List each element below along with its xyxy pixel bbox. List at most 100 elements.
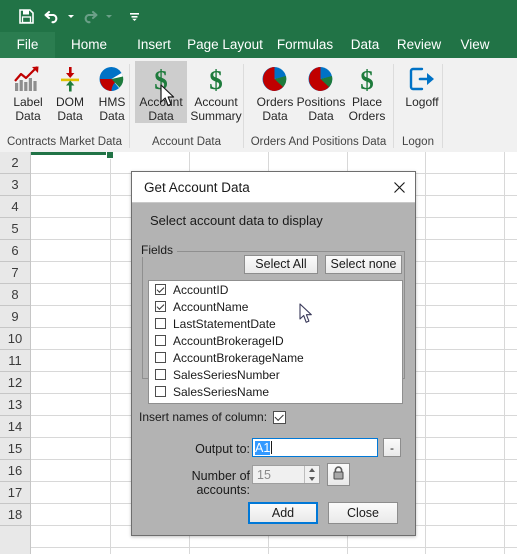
ribbon-body: Label Data DOM Data HMS Data $ Account D… bbox=[0, 58, 517, 153]
ribbon-button-line2: Data bbox=[308, 109, 334, 123]
select-all-button[interactable]: Select All bbox=[244, 255, 318, 274]
row-header[interactable]: 10 bbox=[0, 328, 30, 350]
row-header[interactable]: 11 bbox=[0, 350, 30, 372]
add-button[interactable]: Add bbox=[248, 502, 318, 524]
close-dialog-button[interactable]: Close bbox=[328, 502, 398, 524]
ribbon-button-line2: Summary bbox=[190, 109, 242, 123]
checkbox-accountid[interactable] bbox=[155, 284, 166, 295]
svg-text:$: $ bbox=[209, 65, 223, 93]
list-item[interactable]: AccountBrokerageID bbox=[149, 332, 402, 349]
row-header[interactable]: 18 bbox=[0, 504, 30, 526]
list-item-label: SalesSeriesNumber bbox=[173, 367, 280, 382]
ribbon-button-line1: Logoff bbox=[405, 95, 439, 109]
tab-insert[interactable]: Insert bbox=[129, 32, 179, 58]
row-header[interactable]: 4 bbox=[0, 196, 30, 218]
number-of-accounts-stepper[interactable]: 15 bbox=[252, 465, 320, 484]
pie-chart-icon bbox=[86, 63, 138, 95]
checkbox-insert-names-of-column[interactable] bbox=[273, 410, 287, 424]
list-item[interactable]: LastStatementDate bbox=[149, 315, 402, 332]
number-of-accounts-value: 15 bbox=[257, 467, 271, 482]
pie-chart-icon bbox=[249, 63, 301, 95]
checkbox-laststatementdate[interactable] bbox=[155, 318, 166, 329]
row-header[interactable]: 8 bbox=[0, 284, 30, 306]
grid-column-line bbox=[504, 152, 505, 554]
tab-page-layout[interactable]: Page Layout bbox=[185, 32, 265, 58]
row-header[interactable]: 7 bbox=[0, 262, 30, 284]
dialog-subtitle: Select account data to display bbox=[132, 203, 415, 239]
output-to-label: Output to: bbox=[195, 442, 250, 456]
row-header[interactable]: 2 bbox=[0, 152, 30, 174]
ribbon-button-place-orders[interactable]: $ Place Orders bbox=[341, 61, 393, 123]
save-icon[interactable] bbox=[14, 4, 38, 28]
insert-names-of-column-row: Insert names of column: bbox=[139, 410, 287, 424]
row-header[interactable]: 16 bbox=[0, 460, 30, 482]
checkbox-accountbrokerageid[interactable] bbox=[155, 335, 166, 346]
tab-view[interactable]: View bbox=[452, 32, 498, 58]
output-to-input[interactable]: A1 bbox=[252, 438, 378, 457]
row-header[interactable]: 9 bbox=[0, 306, 30, 328]
padlock-icon bbox=[332, 466, 345, 483]
stepper-up-icon[interactable] bbox=[305, 466, 319, 475]
list-item[interactable]: SalesSeriesName bbox=[149, 383, 402, 400]
ribbon-group-label-account-data: Account Data bbox=[151, 136, 222, 148]
row-header[interactable]: 3 bbox=[0, 174, 30, 196]
fields-listbox[interactable]: AccountID AccountName LastStatementDate … bbox=[148, 280, 403, 404]
fields-group-label: Fields bbox=[137, 243, 178, 257]
selection-fill-handle[interactable] bbox=[106, 152, 114, 159]
stepper-down-icon[interactable] bbox=[305, 475, 319, 484]
ribbon-group-label-contracts-market-data: Contracts Market Data bbox=[6, 136, 123, 148]
ribbon-button-logoff[interactable]: Logoff bbox=[396, 61, 448, 109]
list-item[interactable]: SalesSeriesNumber bbox=[149, 366, 402, 383]
tab-data[interactable]: Data bbox=[345, 32, 385, 58]
ribbon-button-line1: Account bbox=[139, 95, 183, 109]
row-header[interactable]: 6 bbox=[0, 240, 30, 262]
list-item[interactable]: AccountID bbox=[149, 281, 402, 298]
list-item-label: AccountBrokerageID bbox=[173, 333, 284, 348]
output-to-value: A1 bbox=[255, 440, 271, 455]
ribbon-divider bbox=[442, 64, 443, 148]
ribbon-button-account-data[interactable]: $ Account Data bbox=[135, 61, 187, 123]
ribbon-button-line1: Positions bbox=[296, 95, 346, 109]
tab-home[interactable]: Home bbox=[62, 32, 116, 58]
ribbon-button-line2: Data bbox=[262, 109, 288, 123]
svg-text:$: $ bbox=[360, 65, 374, 93]
output-to-range-picker-button[interactable]: - bbox=[383, 438, 401, 457]
list-item[interactable]: AccountName bbox=[149, 298, 402, 315]
ribbon-button-line1: Account bbox=[194, 95, 238, 109]
number-of-accounts-label: Number of accounts: bbox=[191, 469, 250, 497]
row-header[interactable]: 17 bbox=[0, 482, 30, 504]
tab-formulas[interactable]: Formulas bbox=[271, 32, 339, 58]
dollar-icon: $ bbox=[188, 63, 244, 95]
close-icon[interactable] bbox=[387, 176, 411, 199]
grid-column-line bbox=[425, 152, 426, 554]
ribbon-group-label-orders-positions-data: Orders And Positions Data bbox=[250, 136, 387, 148]
checkbox-salesseriesnumber[interactable] bbox=[155, 369, 166, 380]
ribbon-button-hms-data[interactable]: HMS Data bbox=[86, 61, 138, 123]
checkbox-salesseriesname[interactable] bbox=[155, 386, 166, 397]
tab-file[interactable]: File bbox=[0, 32, 55, 58]
redo-dropdown-icon bbox=[104, 4, 114, 28]
undo-dropdown-icon[interactable] bbox=[66, 4, 76, 28]
checkbox-accountbrokeragename[interactable] bbox=[155, 352, 166, 363]
stepper-arrows[interactable] bbox=[304, 466, 319, 483]
tab-review[interactable]: Review bbox=[392, 32, 446, 58]
row-header[interactable]: 13 bbox=[0, 394, 30, 416]
customize-qat-icon[interactable] bbox=[122, 4, 146, 28]
insert-names-label: Insert names of column: bbox=[139, 410, 268, 424]
select-none-button[interactable]: Select none bbox=[325, 255, 402, 274]
ribbon-button-line2: Orders bbox=[348, 109, 386, 123]
ribbon-button-account-summary[interactable]: $ Account Summary bbox=[188, 61, 244, 123]
text-caret bbox=[271, 441, 273, 454]
lock-number-of-accounts-button[interactable] bbox=[327, 463, 350, 486]
ribbon-button-positions-data[interactable]: Positions Data bbox=[295, 61, 347, 123]
ribbon-button-orders-data[interactable]: Orders Data bbox=[249, 61, 301, 123]
checkbox-accountname[interactable] bbox=[155, 301, 166, 312]
undo-icon[interactable] bbox=[40, 4, 64, 28]
list-item[interactable]: AccountBrokerageName bbox=[149, 349, 402, 366]
list-item-label: AccountName bbox=[173, 299, 249, 314]
list-item-label: SalesSeriesName bbox=[173, 384, 270, 399]
row-header[interactable]: 15 bbox=[0, 438, 30, 460]
row-header[interactable]: 14 bbox=[0, 416, 30, 438]
row-header[interactable]: 12 bbox=[0, 372, 30, 394]
row-header[interactable]: 5 bbox=[0, 218, 30, 240]
